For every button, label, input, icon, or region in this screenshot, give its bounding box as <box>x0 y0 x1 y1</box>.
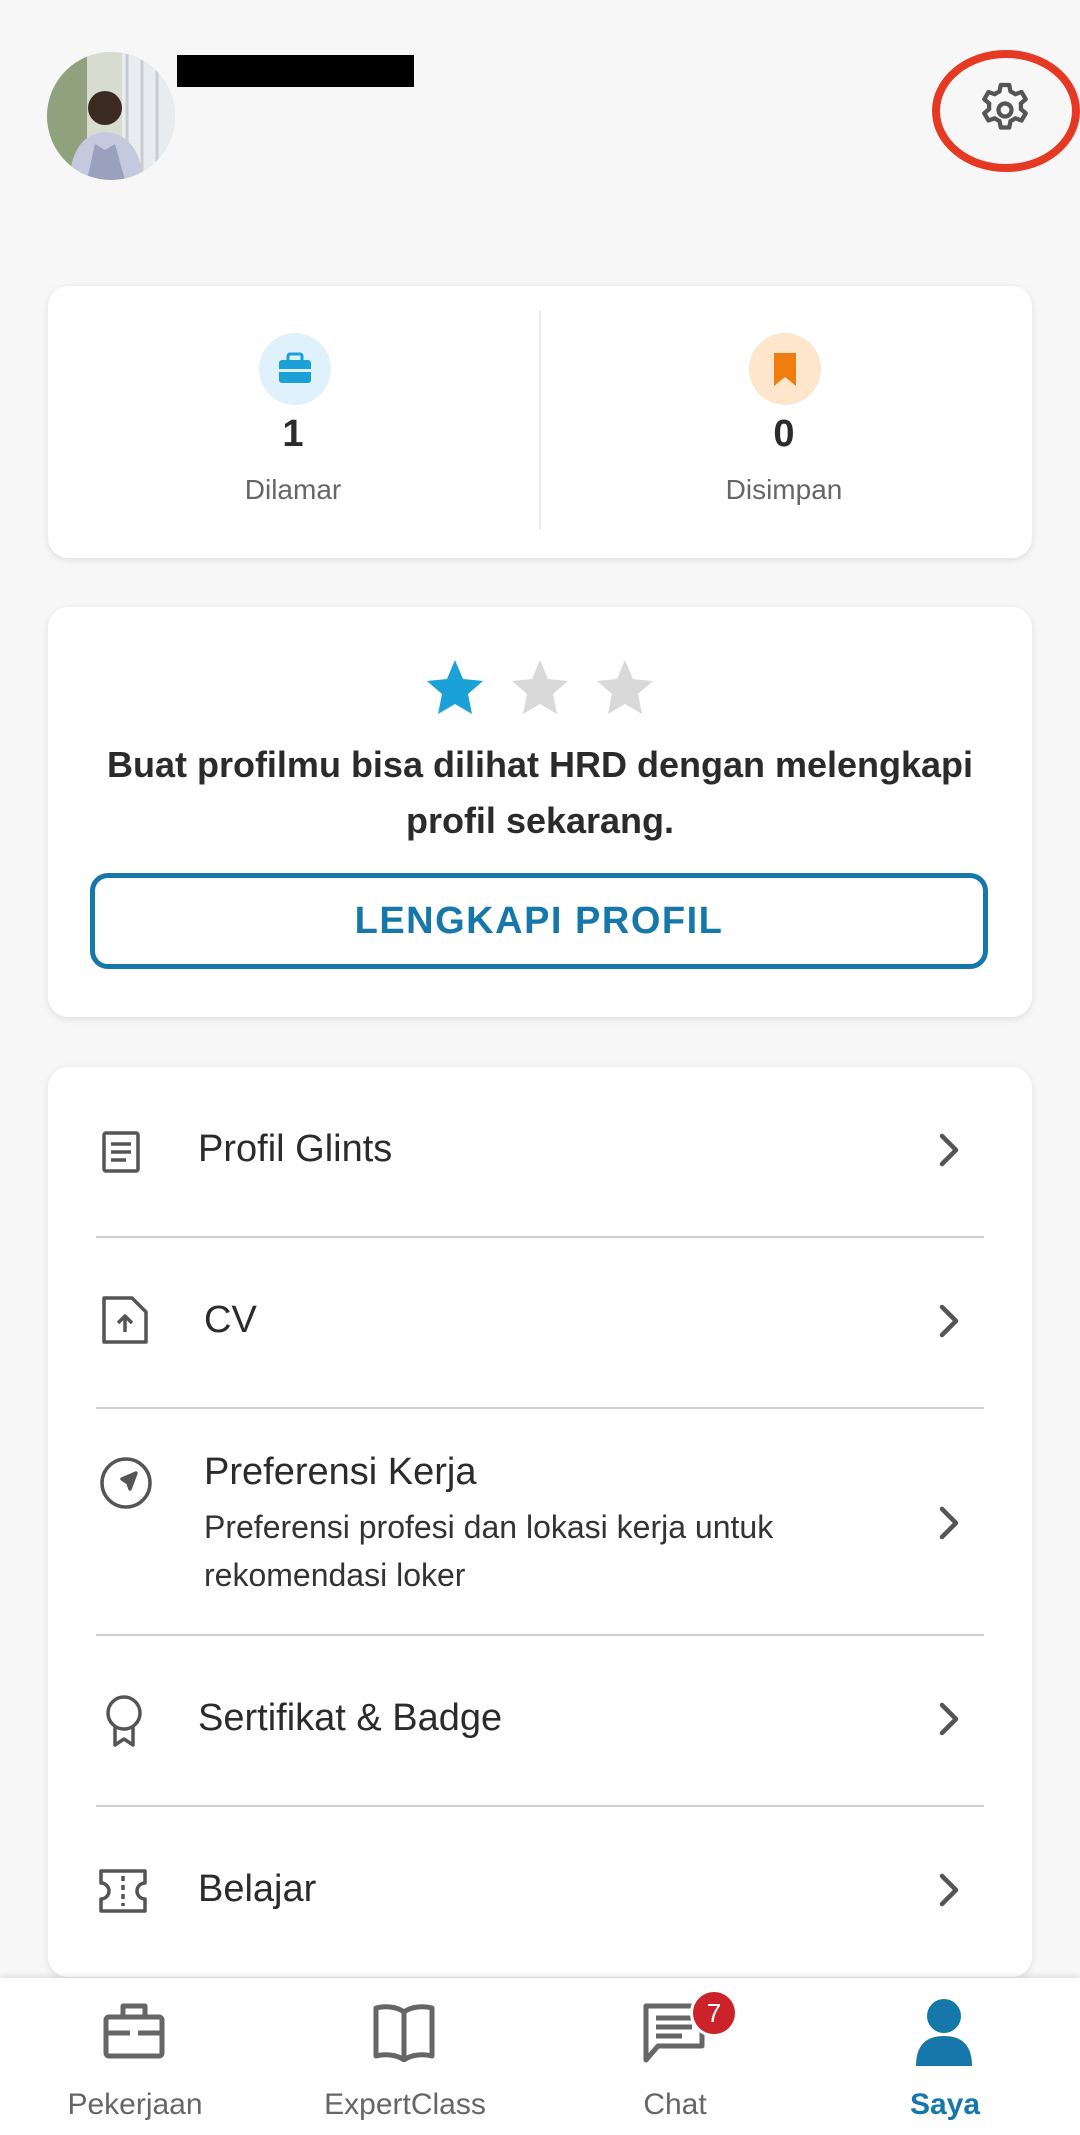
menu-item-description: Preferensi profesi dan lokasi kerja untu… <box>204 1509 774 1593</box>
menu-item-profil-glints[interactable] <box>48 1067 1032 1237</box>
applied-label: Dilamar <box>244 474 342 505</box>
menu-item-label: CV <box>204 1299 257 1341</box>
star-icon-filled <box>427 660 483 714</box>
file-upload-icon <box>100 1294 152 1346</box>
briefcase-icon <box>102 2000 166 2064</box>
applied-count: 1 <box>282 413 304 455</box>
menu-item-label: Profil Glints <box>198 1128 393 1170</box>
chevron-right-icon <box>928 1130 968 1170</box>
document-icon <box>98 1128 146 1176</box>
chevron-right-icon <box>928 1503 968 1543</box>
chevron-right-icon <box>928 1870 968 1910</box>
menu-item-label: Sertifikat & Badge <box>198 1697 503 1739</box>
star-icon-empty <box>512 660 568 714</box>
person-icon <box>914 1996 974 2068</box>
nav-label: Saya <box>909 2088 981 2121</box>
navigation-icon <box>98 1455 154 1511</box>
menu-item-cv[interactable] <box>48 1238 1032 1408</box>
profile-completion-message: Buat profilmu bisa dilihat HRD dengan me… <box>106 744 974 841</box>
chevron-right-icon <box>928 1699 968 1739</box>
star-rating <box>420 656 660 722</box>
saved-count: 0 <box>773 413 795 455</box>
menu-item-sertifikat-badge[interactable] <box>48 1636 1032 1806</box>
book-icon <box>372 2002 436 2063</box>
award-icon <box>100 1693 148 1749</box>
nav-label: Chat <box>643 2088 707 2121</box>
chat-unread-badge: 7 <box>690 1989 738 2037</box>
avatar[interactable] <box>47 52 175 180</box>
star-icon-empty <box>597 660 653 714</box>
menu-item-label: Belajar <box>198 1868 317 1910</box>
gear-icon[interactable] <box>975 80 1035 140</box>
complete-profile-button[interactable]: LENGKAPI PROFIL <box>90 873 988 969</box>
bookmark-icon <box>749 333 821 405</box>
nav-label: Pekerjaan <box>67 2088 203 2121</box>
ticket-icon <box>98 1868 148 1914</box>
nav-label: ExpertClass <box>324 2088 486 2121</box>
saved-label: Disimpan <box>725 474 843 505</box>
menu-item-label: Preferensi Kerja <box>204 1451 477 1493</box>
user-name-redacted <box>177 55 414 87</box>
menu-item-belajar[interactable] <box>48 1807 1032 1977</box>
briefcase-icon <box>259 333 331 405</box>
chevron-right-icon <box>928 1301 968 1341</box>
avatar-photo <box>47 52 175 180</box>
